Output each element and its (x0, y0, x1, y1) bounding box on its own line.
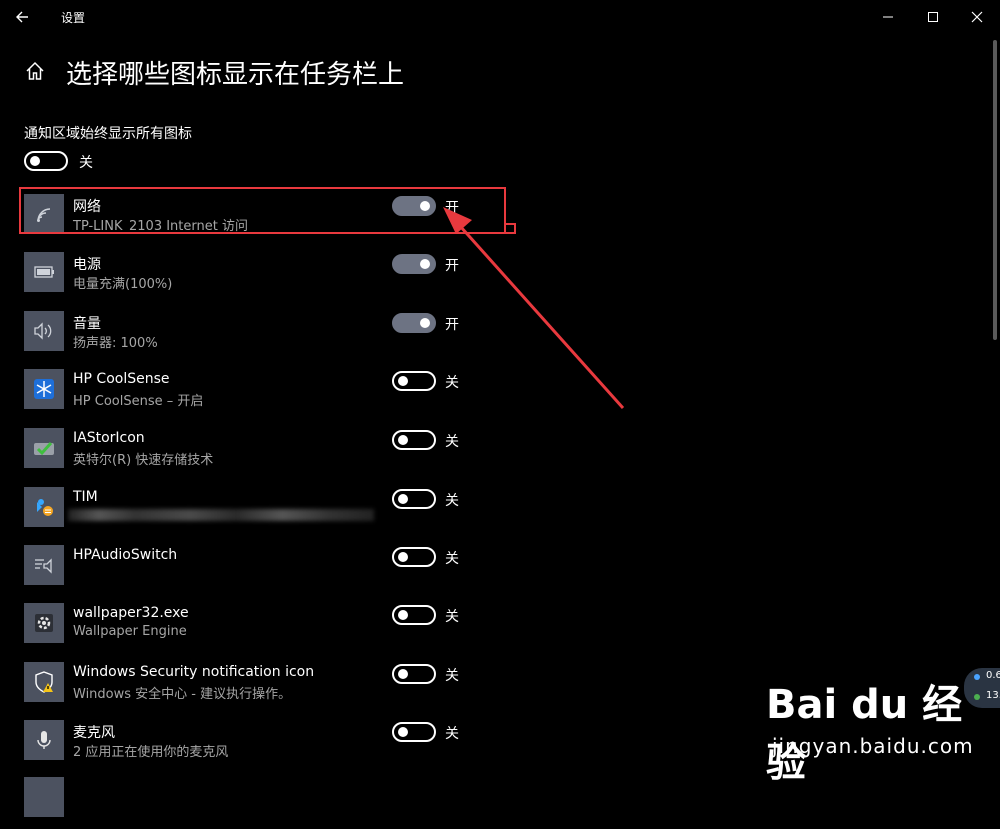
item-name: wallpaper32.exe (73, 605, 189, 621)
item-subtitle: Windows 安全中心 - 建议执行操作。 (73, 687, 292, 702)
window-title: 设置 (61, 11, 86, 25)
item-subtitle: 英特尔(R) 快速存储技术 (73, 453, 214, 468)
highlight-box (19, 187, 506, 234)
minimize-icon (883, 16, 893, 18)
toggle-knob (398, 669, 408, 679)
toggle-state-label: 开 (445, 258, 459, 274)
item-toggle[interactable] (392, 371, 436, 391)
baidu-watermark: Bai du 经验 jingyan.baidu.com (766, 672, 996, 786)
toggle-state-label: 关 (445, 726, 459, 742)
item-subtitle: HP CoolSense – 开启 (73, 394, 204, 409)
scrollbar[interactable] (993, 40, 997, 340)
toggle-knob (398, 552, 408, 562)
back-button[interactable] (10, 6, 38, 28)
item-subtitle: Wallpaper Engine (73, 624, 187, 639)
list-item: TIM 关 (0, 487, 1000, 539)
watermark-logo: Bai du 经验 (766, 682, 963, 786)
list-item: 音量 扬声器: 100% 开 (0, 311, 1000, 363)
speaker-icon (24, 311, 64, 351)
toggle-knob (420, 318, 430, 328)
toggle-state-label: 开 (445, 317, 459, 333)
toggle-state-label: 关 (445, 434, 459, 450)
title-bar: 设置 (0, 0, 1000, 34)
toggle-knob (398, 435, 408, 445)
item-subtitle: 2 应用正在使用你的麦克风 (73, 745, 229, 760)
shield-warning-icon (24, 662, 64, 702)
item-toggle[interactable] (392, 605, 436, 625)
item-toggle[interactable] (392, 664, 436, 684)
app-icon (24, 777, 64, 817)
tim-icon (24, 487, 64, 527)
audio-switch-icon (24, 545, 64, 585)
list-item: IAStorIcon 英特尔(R) 快速存储技术 关 (0, 428, 1000, 480)
item-toggle[interactable] (392, 254, 436, 274)
toggle-knob (398, 494, 408, 504)
item-name: TIM (73, 489, 98, 505)
list-item: HP CoolSense HP CoolSense – 开启 关 (0, 369, 1000, 421)
toggle-state-label: 关 (445, 551, 459, 567)
list-item: 电源 电量充满(100%) 开 (0, 252, 1000, 304)
item-name: 音量 (73, 316, 101, 332)
close-icon (971, 11, 983, 23)
list-item: HPAudioSwitch 关 (0, 545, 1000, 597)
item-name: 电源 (73, 257, 101, 273)
maximize-icon (928, 12, 938, 22)
microphone-icon (24, 720, 64, 760)
item-toggle[interactable] (392, 722, 436, 742)
item-toggle[interactable] (392, 313, 436, 333)
minimize-button[interactable] (865, 0, 911, 34)
item-toggle[interactable] (392, 430, 436, 450)
blurred-subtitle (68, 509, 374, 521)
item-name: Windows Security notification icon (73, 664, 315, 680)
gear-icon (24, 603, 64, 643)
item-name: IAStorIcon (73, 430, 145, 446)
toggle-state-label: 关 (445, 609, 459, 625)
item-subtitle: 电量充满(100%) (73, 277, 173, 292)
always-show-all-icons-label: 通知区域始终显示所有图标 (24, 126, 192, 142)
toggle-state-label: 关 (445, 493, 459, 509)
toggle-state-label: 关 (445, 375, 459, 391)
item-name: HPAudioSwitch (73, 547, 178, 563)
item-toggle[interactable] (392, 489, 436, 509)
storage-check-icon (24, 428, 64, 468)
item-name: 麦克风 (73, 725, 115, 741)
toggle-knob (420, 259, 430, 269)
watermark-url: jingyan.baidu.com (772, 734, 974, 758)
highlight-box-tab (504, 223, 516, 234)
always-show-all-icons-toggle[interactable] (24, 151, 68, 171)
back-arrow-icon (16, 11, 28, 23)
toggle-knob (398, 376, 408, 386)
snowflake-icon (24, 369, 64, 409)
close-button[interactable] (954, 0, 1000, 34)
page-title: 选择哪些图标显示在任务栏上 (66, 60, 405, 90)
toggle-knob (398, 727, 408, 737)
item-toggle[interactable] (392, 547, 436, 567)
toggle-knob (398, 610, 408, 620)
item-name: HP CoolSense (73, 371, 170, 387)
toggle-state-label: 关 (79, 155, 93, 171)
toggle-knob (30, 156, 40, 166)
list-item: wallpaper32.exe Wallpaper Engine 关 (0, 603, 1000, 655)
item-subtitle: 扬声器: 100% (73, 336, 158, 351)
battery-icon (24, 252, 64, 292)
home-icon[interactable] (24, 60, 46, 82)
toggle-state-label: 关 (445, 668, 459, 684)
maximize-button[interactable] (910, 0, 956, 34)
